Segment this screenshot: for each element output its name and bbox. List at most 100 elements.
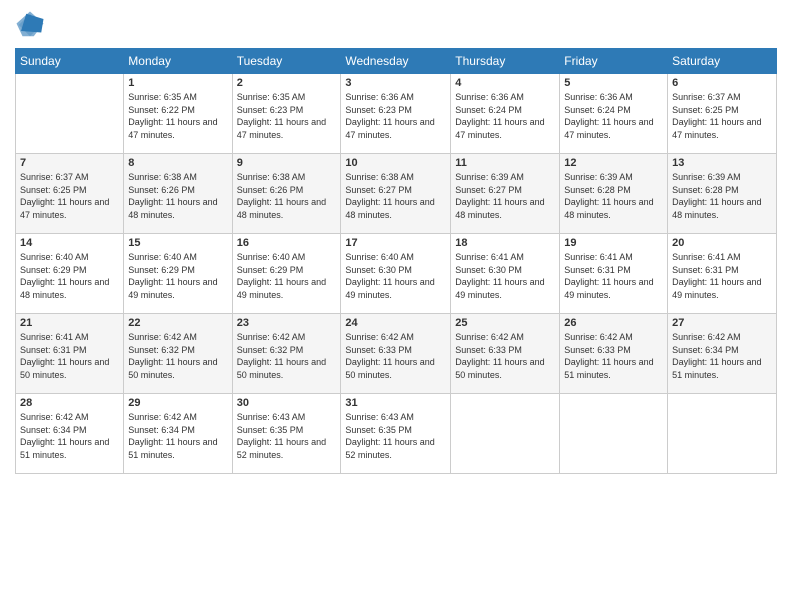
day-number: 30 — [237, 397, 337, 409]
logo — [15, 10, 49, 40]
calendar-table: SundayMondayTuesdayWednesdayThursdayFrid… — [15, 48, 777, 474]
day-cell: 6 Sunrise: 6:37 AMSunset: 6:25 PMDaylight… — [668, 74, 777, 154]
weekday-header-thursday: Thursday — [451, 49, 560, 74]
day-info: Sunrise: 6:37 AMSunset: 6:25 PMDaylight:… — [20, 171, 119, 221]
day-number: 23 — [237, 317, 337, 329]
week-row-4: 21 Sunrise: 6:41 AMSunset: 6:31 PMDayligh… — [16, 314, 777, 394]
day-cell: 4 Sunrise: 6:36 AMSunset: 6:24 PMDaylight… — [451, 74, 560, 154]
day-info: Sunrise: 6:35 AMSunset: 6:23 PMDaylight:… — [237, 91, 337, 141]
day-info: Sunrise: 6:41 AMSunset: 6:31 PMDaylight:… — [564, 251, 663, 301]
day-cell — [668, 394, 777, 474]
day-number: 24 — [345, 317, 446, 329]
day-number: 16 — [237, 237, 337, 249]
day-cell — [451, 394, 560, 474]
day-number: 5 — [564, 77, 663, 89]
day-number: 19 — [564, 237, 663, 249]
day-number: 17 — [345, 237, 446, 249]
day-number: 8 — [128, 157, 227, 169]
day-number: 27 — [672, 317, 772, 329]
day-cell: 18 Sunrise: 6:41 AMSunset: 6:30 PMDayligh… — [451, 234, 560, 314]
weekday-header-saturday: Saturday — [668, 49, 777, 74]
day-info: Sunrise: 6:43 AMSunset: 6:35 PMDaylight:… — [237, 411, 337, 461]
day-number: 31 — [345, 397, 446, 409]
day-info: Sunrise: 6:40 AMSunset: 6:29 PMDaylight:… — [20, 251, 119, 301]
day-cell: 14 Sunrise: 6:40 AMSunset: 6:29 PMDayligh… — [16, 234, 124, 314]
day-cell: 23 Sunrise: 6:42 AMSunset: 6:32 PMDayligh… — [232, 314, 341, 394]
day-info: Sunrise: 6:40 AMSunset: 6:29 PMDaylight:… — [128, 251, 227, 301]
day-number: 25 — [455, 317, 555, 329]
day-cell: 24 Sunrise: 6:42 AMSunset: 6:33 PMDayligh… — [341, 314, 451, 394]
day-cell: 2 Sunrise: 6:35 AMSunset: 6:23 PMDaylight… — [232, 74, 341, 154]
day-cell — [16, 74, 124, 154]
day-number: 2 — [237, 77, 337, 89]
day-cell: 30 Sunrise: 6:43 AMSunset: 6:35 PMDayligh… — [232, 394, 341, 474]
weekday-header-tuesday: Tuesday — [232, 49, 341, 74]
day-info: Sunrise: 6:39 AMSunset: 6:27 PMDaylight:… — [455, 171, 555, 221]
day-number: 1 — [128, 77, 227, 89]
day-cell: 12 Sunrise: 6:39 AMSunset: 6:28 PMDayligh… — [560, 154, 668, 234]
week-row-5: 28 Sunrise: 6:42 AMSunset: 6:34 PMDayligh… — [16, 394, 777, 474]
day-number: 20 — [672, 237, 772, 249]
day-info: Sunrise: 6:38 AMSunset: 6:27 PMDaylight:… — [345, 171, 446, 221]
day-number: 6 — [672, 77, 772, 89]
day-number: 11 — [455, 157, 555, 169]
day-cell: 20 Sunrise: 6:41 AMSunset: 6:31 PMDayligh… — [668, 234, 777, 314]
day-number: 12 — [564, 157, 663, 169]
day-cell: 19 Sunrise: 6:41 AMSunset: 6:31 PMDayligh… — [560, 234, 668, 314]
day-number: 15 — [128, 237, 227, 249]
day-info: Sunrise: 6:41 AMSunset: 6:30 PMDaylight:… — [455, 251, 555, 301]
day-info: Sunrise: 6:40 AMSunset: 6:29 PMDaylight:… — [237, 251, 337, 301]
day-cell: 22Sunrise: 6:42 AMSunset: 6:32 PMDayligh… — [124, 314, 232, 394]
day-number: 4 — [455, 77, 555, 89]
day-info: Sunrise: 6:39 AMSunset: 6:28 PMDaylight:… — [564, 171, 663, 221]
day-number: 10 — [345, 157, 446, 169]
day-cell: 25 Sunrise: 6:42 AMSunset: 6:33 PMDayligh… — [451, 314, 560, 394]
day-cell: 3 Sunrise: 6:36 AMSunset: 6:23 PMDaylight… — [341, 74, 451, 154]
day-info: Sunrise: 6:40 AMSunset: 6:30 PMDaylight:… — [345, 251, 446, 301]
weekday-header-wednesday: Wednesday — [341, 49, 451, 74]
day-info: Sunrise: 6:41 AMSunset: 6:31 PMDaylight:… — [20, 331, 119, 381]
day-number: 28 — [20, 397, 119, 409]
day-info: Sunrise: 6:35 AMSunset: 6:22 PMDaylight:… — [128, 91, 227, 141]
day-info: Sunrise: 6:42 AMSunset: 6:32 PMDaylight:… — [237, 331, 337, 381]
day-cell: 28 Sunrise: 6:42 AMSunset: 6:34 PMDayligh… — [16, 394, 124, 474]
day-cell: 16 Sunrise: 6:40 AMSunset: 6:29 PMDayligh… — [232, 234, 341, 314]
logo-icon — [15, 10, 45, 40]
day-cell: 27Sunrise: 6:42 AMSunset: 6:34 PMDayligh… — [668, 314, 777, 394]
week-row-1: 1 Sunrise: 6:35 AMSunset: 6:22 PMDaylight… — [16, 74, 777, 154]
day-cell: 10 Sunrise: 6:38 AMSunset: 6:27 PMDayligh… — [341, 154, 451, 234]
day-info: Sunrise: 6:38 AMSunset: 6:26 PMDaylight:… — [128, 171, 227, 221]
day-number: 9 — [237, 157, 337, 169]
day-number: 18 — [455, 237, 555, 249]
day-info: Sunrise: 6:42 AMSunset: 6:32 PMDaylight:… — [128, 331, 227, 381]
day-number: 26 — [564, 317, 663, 329]
day-info: Sunrise: 6:43 AMSunset: 6:35 PMDaylight:… — [345, 411, 446, 461]
day-cell: 9 Sunrise: 6:38 AMSunset: 6:26 PMDaylight… — [232, 154, 341, 234]
day-cell: 31 Sunrise: 6:43 AMSunset: 6:35 PMDayligh… — [341, 394, 451, 474]
week-row-3: 14 Sunrise: 6:40 AMSunset: 6:29 PMDayligh… — [16, 234, 777, 314]
page: SundayMondayTuesdayWednesdayThursdayFrid… — [0, 0, 792, 612]
day-cell: 1 Sunrise: 6:35 AMSunset: 6:22 PMDaylight… — [124, 74, 232, 154]
day-info: Sunrise: 6:39 AMSunset: 6:28 PMDaylight:… — [672, 171, 772, 221]
day-number: 3 — [345, 77, 446, 89]
day-info: Sunrise: 6:42 AMSunset: 6:33 PMDaylight:… — [455, 331, 555, 381]
day-cell: 26Sunrise: 6:42 AMSunset: 6:33 PMDayligh… — [560, 314, 668, 394]
day-number: 7 — [20, 157, 119, 169]
day-info: Sunrise: 6:42 AMSunset: 6:34 PMDaylight:… — [20, 411, 119, 461]
day-info: Sunrise: 6:36 AMSunset: 6:24 PMDaylight:… — [455, 91, 555, 141]
weekday-header-sunday: Sunday — [16, 49, 124, 74]
day-info: Sunrise: 6:42 AMSunset: 6:34 PMDaylight:… — [128, 411, 227, 461]
weekday-header-friday: Friday — [560, 49, 668, 74]
weekday-header-row: SundayMondayTuesdayWednesdayThursdayFrid… — [16, 49, 777, 74]
day-number: 14 — [20, 237, 119, 249]
day-info: Sunrise: 6:41 AMSunset: 6:31 PMDaylight:… — [672, 251, 772, 301]
day-info: Sunrise: 6:42 AMSunset: 6:33 PMDaylight:… — [345, 331, 446, 381]
day-info: Sunrise: 6:36 AMSunset: 6:23 PMDaylight:… — [345, 91, 446, 141]
day-info: Sunrise: 6:38 AMSunset: 6:26 PMDaylight:… — [237, 171, 337, 221]
day-info: Sunrise: 6:37 AMSunset: 6:25 PMDaylight:… — [672, 91, 772, 141]
day-number: 13 — [672, 157, 772, 169]
day-number: 29 — [128, 397, 227, 409]
day-cell: 8 Sunrise: 6:38 AMSunset: 6:26 PMDaylight… — [124, 154, 232, 234]
day-number: 21 — [20, 317, 119, 329]
day-cell: 15 Sunrise: 6:40 AMSunset: 6:29 PMDayligh… — [124, 234, 232, 314]
